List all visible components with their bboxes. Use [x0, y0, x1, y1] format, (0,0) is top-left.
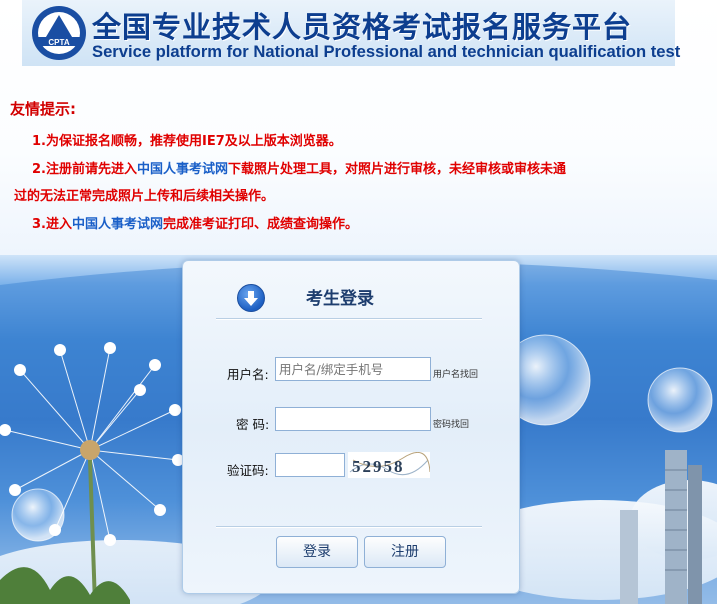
notice-title: 友情提示:	[10, 100, 76, 118]
captcha-label: 验证码:	[227, 463, 269, 478]
notice-line-3-text-b: 完成准考证打印、成绩查询操作。	[163, 217, 359, 232]
username-label: 用户名:	[227, 367, 269, 382]
login-header-divider	[216, 318, 482, 320]
notice-line-1-text: 1.为保证报名顺畅，推荐使用IE7及以上版本浏览器。	[32, 134, 342, 149]
notice-line-2: 2.注册前请先进入中国人事考试网下载照片处理工具，对照片进行审核，未经审核或审核…	[32, 158, 566, 177]
login-button[interactable]: 登录	[276, 536, 358, 568]
site-subtitle: Service platform for National Profession…	[92, 42, 681, 61]
svg-text:CPTA: CPTA	[48, 38, 69, 47]
notice-line-2-cont: 过的无法正常完成照片上传和后续相关操作。	[14, 185, 274, 204]
password-label: 密 码:	[236, 417, 270, 432]
notice-line-1: 1.为保证报名顺畅，推荐使用IE7及以上版本浏览器。	[32, 130, 342, 149]
username-input[interactable]	[275, 357, 431, 381]
captcha-text: 52958	[352, 457, 405, 476]
notice-line-2-text-b: 下载照片处理工具，对照片进行审核，未经审核或审核未通	[228, 162, 567, 177]
register-button[interactable]: 注册	[364, 536, 446, 568]
password-input[interactable]	[275, 407, 431, 431]
notice-line-2-text-c: 过的无法正常完成照片上传和后续相关操作。	[14, 189, 275, 204]
arrow-down-icon	[237, 284, 265, 312]
cpta-link[interactable]: 中国人事考试网	[137, 162, 228, 177]
site-header: CPTA 全国专业技术人员资格考试报名服务平台 Service platform…	[22, 0, 680, 66]
login-title: 考生登录	[306, 289, 374, 309]
notice-line-3: 3.进入中国人事考试网完成准考证打印、成绩查询操作。	[32, 213, 358, 232]
notice-line-2-text-a: 2.注册前请先进入	[32, 162, 137, 177]
site-title: 全国专业技术人员资格考试报名服务平台	[92, 10, 633, 44]
login-footer-divider	[216, 526, 482, 528]
arrow-down-glyph	[244, 291, 258, 306]
password-recover-link[interactable]: 密码找回	[433, 417, 469, 430]
cpta-logo-icon: CPTA	[32, 6, 86, 60]
cpta-link-2[interactable]: 中国人事考试网	[72, 217, 163, 232]
captcha-input[interactable]	[275, 453, 345, 477]
username-recover-link[interactable]: 用户名找回	[433, 367, 478, 380]
notice-line-3-text-a: 3.进入	[32, 217, 72, 232]
captcha-image[interactable]: 52958	[348, 452, 430, 478]
